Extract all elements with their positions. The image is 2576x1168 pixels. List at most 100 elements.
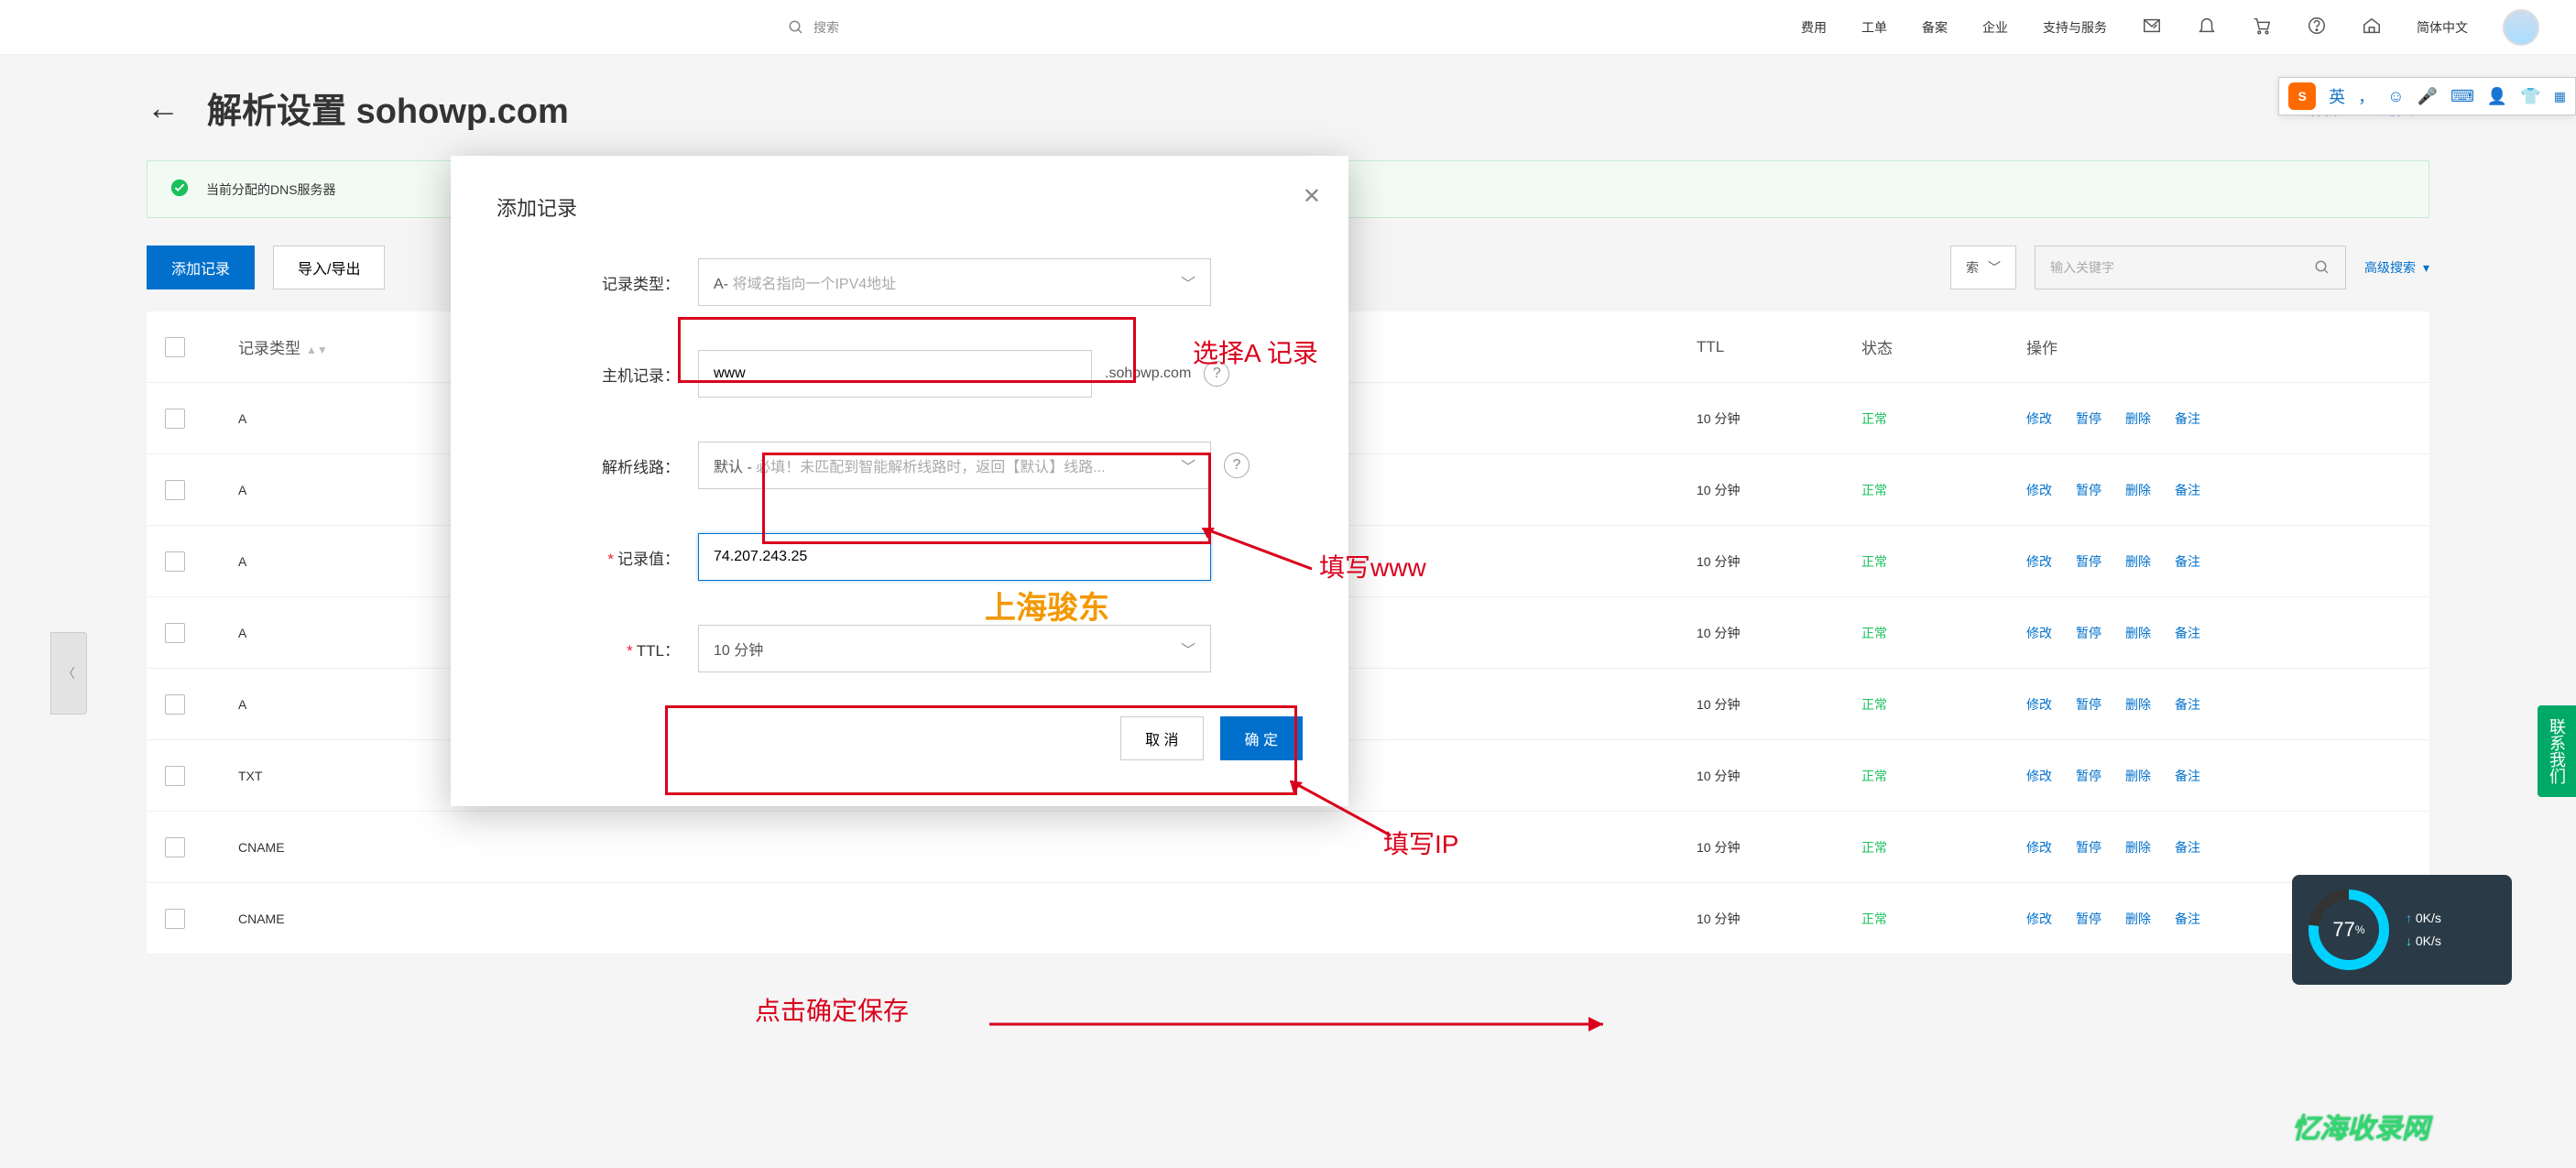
op-modify[interactable]: 修改: [2026, 840, 2052, 855]
host-input-field[interactable]: [714, 366, 1076, 382]
cell-ttl: 10 分钟: [1697, 481, 1861, 499]
op-delete[interactable]: 删除: [2125, 626, 2151, 640]
ttl-select[interactable]: 10 分钟 ﹀: [698, 625, 1211, 672]
cancel-button[interactable]: 取 消: [1120, 716, 1203, 760]
back-arrow-icon[interactable]: ←: [147, 89, 180, 127]
op-modify[interactable]: 修改: [2026, 554, 2052, 569]
value-input-field[interactable]: [714, 549, 1195, 565]
ime-punct[interactable]: ，: [2358, 84, 2374, 108]
ok-button[interactable]: 确 定: [1220, 716, 1303, 760]
record-type-select[interactable]: A- 将域名指向一个IPV4地址 ﹀: [698, 258, 1211, 306]
col-ttl: TTL: [1697, 338, 1861, 356]
value-input[interactable]: [698, 533, 1211, 581]
col-type[interactable]: 记录类型: [238, 340, 300, 357]
scope-select[interactable]: 索 ﹀: [1950, 246, 2016, 289]
ime-lang[interactable]: 英: [2329, 84, 2345, 108]
line-select[interactable]: 默认 - 必填！未匹配到智能解析线路时，返回【默认】线路... ﹀: [698, 442, 1211, 489]
row-checkbox[interactable]: [165, 837, 185, 857]
op-modify[interactable]: 修改: [2026, 697, 2052, 712]
cell-ops: 修改 暂停 删除 备注: [2026, 409, 2411, 428]
op-pause[interactable]: 暂停: [2076, 911, 2101, 926]
op-note[interactable]: 备注: [2175, 626, 2200, 640]
cell-ops: 修改 暂停 删除 备注: [2026, 552, 2411, 571]
site-watermark: 忆海收录网: [2292, 1106, 2429, 1146]
cell-status: 正常: [1861, 767, 2026, 785]
mic-icon[interactable]: 🎤: [2418, 87, 2438, 106]
nav-item-fee[interactable]: 费用: [1801, 18, 1827, 37]
op-delete[interactable]: 删除: [2125, 554, 2151, 569]
op-note[interactable]: 备注: [2175, 554, 2200, 569]
nav-item-support[interactable]: 支持与服务: [2043, 18, 2107, 37]
keyboard-icon[interactable]: ⌨: [2450, 87, 2474, 106]
inbox-icon[interactable]: [2142, 16, 2162, 38]
op-pause[interactable]: 暂停: [2076, 769, 2101, 783]
cell-type: TXT: [238, 769, 476, 783]
global-search[interactable]: 搜索: [788, 18, 839, 37]
op-note[interactable]: 备注: [2175, 911, 2200, 926]
keyword-input[interactable]: 输入关键字: [2035, 246, 2346, 289]
op-delete[interactable]: 删除: [2125, 483, 2151, 497]
op-note[interactable]: 备注: [2175, 697, 2200, 712]
contact-us-tab[interactable]: 联系我们: [2538, 705, 2576, 797]
add-record-button[interactable]: 添加记录: [147, 246, 255, 289]
row-checkbox[interactable]: [165, 694, 185, 715]
advanced-search-link[interactable]: 高级搜索 ▾: [2364, 258, 2429, 277]
perf-percent: 77: [2332, 918, 2354, 942]
op-delete[interactable]: 删除: [2125, 697, 2151, 712]
select-all-checkbox[interactable]: [165, 337, 185, 357]
sogou-logo-icon[interactable]: S: [2288, 82, 2316, 110]
nav-item-enterprise[interactable]: 企业: [1982, 18, 2008, 37]
bell-icon[interactable]: [2197, 16, 2217, 38]
op-note[interactable]: 备注: [2175, 769, 2200, 783]
op-delete[interactable]: 删除: [2125, 411, 2151, 426]
op-delete[interactable]: 删除: [2125, 769, 2151, 783]
keyword-placeholder: 输入关键字: [2050, 258, 2114, 277]
sort-icon[interactable]: ▲▼: [306, 344, 328, 356]
import-export-button[interactable]: 导入/导出: [273, 246, 385, 289]
cart-icon[interactable]: [2252, 16, 2272, 38]
op-note[interactable]: 备注: [2175, 840, 2200, 855]
chevron-left-icon: 〈: [62, 664, 75, 682]
shirt-icon[interactable]: 👕: [2520, 87, 2540, 106]
help-icon[interactable]: [2307, 16, 2327, 38]
person-icon[interactable]: 👤: [2487, 87, 2507, 106]
avatar[interactable]: [2503, 9, 2539, 46]
help-icon[interactable]: ?: [1204, 361, 1229, 387]
search-placeholder: 搜索: [813, 18, 839, 37]
row-checkbox[interactable]: [165, 623, 185, 643]
nav-item-ticket[interactable]: 工单: [1861, 18, 1887, 37]
op-pause[interactable]: 暂停: [2076, 483, 2101, 497]
nav-item-beian[interactable]: 备案: [1922, 18, 1948, 37]
ime-toolbar[interactable]: S 英 ， ☺ 🎤 ⌨ 👤 👕 ▦: [2278, 77, 2576, 115]
op-note[interactable]: 备注: [2175, 483, 2200, 497]
close-icon[interactable]: ✕: [1303, 183, 1321, 210]
smiley-icon[interactable]: ☺: [2387, 87, 2404, 106]
op-pause[interactable]: 暂停: [2076, 840, 2101, 855]
op-note[interactable]: 备注: [2175, 411, 2200, 426]
cell-ttl: 10 分钟: [1697, 409, 1861, 428]
arrow-down-icon: ↓: [2406, 933, 2412, 948]
op-pause[interactable]: 暂停: [2076, 626, 2101, 640]
op-modify[interactable]: 修改: [2026, 411, 2052, 426]
op-modify[interactable]: 修改: [2026, 483, 2052, 497]
performance-widget[interactable]: 77% ↑ 0K/s ↓ 0K/s: [2292, 875, 2512, 985]
row-checkbox[interactable]: [165, 766, 185, 786]
op-delete[interactable]: 删除: [2125, 840, 2151, 855]
home-icon[interactable]: [2362, 16, 2382, 38]
help-icon[interactable]: ?: [1224, 453, 1250, 478]
op-pause[interactable]: 暂停: [2076, 411, 2101, 426]
row-checkbox[interactable]: [165, 480, 185, 500]
row-checkbox[interactable]: [165, 551, 185, 572]
row-checkbox[interactable]: [165, 409, 185, 429]
op-modify[interactable]: 修改: [2026, 911, 2052, 926]
host-input[interactable]: [698, 350, 1092, 398]
op-delete[interactable]: 删除: [2125, 911, 2151, 926]
op-modify[interactable]: 修改: [2026, 769, 2052, 783]
row-checkbox[interactable]: [165, 909, 185, 929]
grid-icon[interactable]: ▦: [2554, 89, 2566, 104]
op-pause[interactable]: 暂停: [2076, 697, 2101, 712]
op-pause[interactable]: 暂停: [2076, 554, 2101, 569]
side-collapse-tab[interactable]: 〈: [50, 632, 87, 715]
lang-selector[interactable]: 简体中文: [2417, 18, 2468, 37]
op-modify[interactable]: 修改: [2026, 626, 2052, 640]
